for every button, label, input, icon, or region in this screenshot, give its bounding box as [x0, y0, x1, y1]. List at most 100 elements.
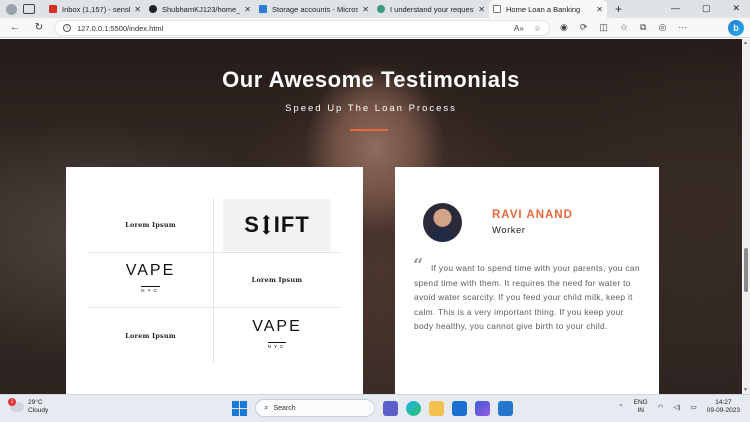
- tab-actions-icon[interactable]: [23, 4, 35, 14]
- close-tab-icon[interactable]: ✕: [478, 5, 485, 14]
- vape-logo-subtext: NYC: [267, 341, 287, 349]
- vape-nyc-logo: VAPE NYC: [252, 317, 302, 353]
- favorites-icon[interactable]: ☆: [620, 22, 628, 33]
- new-tab-button[interactable]: +: [615, 2, 622, 16]
- tab-github[interactable]: ShubhamKJ123/home_loan ✕: [145, 0, 255, 18]
- favorite-star-icon[interactable]: ☆: [534, 24, 541, 33]
- close-tab-icon[interactable]: ✕: [244, 5, 251, 14]
- language-indicator[interactable]: ENG IN: [634, 399, 648, 415]
- logo-cell: Lorem Ipsum: [88, 198, 214, 253]
- page-icon: [493, 5, 501, 13]
- cloud-icon: 1: [8, 398, 24, 412]
- close-tab-icon[interactable]: ✕: [596, 5, 603, 14]
- scroll-down-arrow-icon[interactable]: ▼: [743, 387, 748, 393]
- split-screen-icon[interactable]: ◫: [599, 22, 608, 33]
- weather-text: 29°C Cloudy: [28, 399, 48, 415]
- bing-copilot-icon[interactable]: b: [728, 20, 744, 36]
- edge-icon[interactable]: [406, 400, 421, 416]
- maximize-button[interactable]: ▢: [702, 3, 711, 14]
- taskbar-apps: ⌕ Search: [232, 399, 513, 417]
- more-menu-icon[interactable]: ⋯: [678, 22, 687, 33]
- tab-chatgpt[interactable]: I understand your request. T ✕: [373, 0, 489, 18]
- windows-start-icon[interactable]: [232, 400, 247, 416]
- shift-logo-right: IFT: [273, 212, 310, 237]
- logo-cell: Lorem Ipsum: [88, 308, 214, 363]
- teams-icon[interactable]: [383, 400, 398, 416]
- tab-gmail[interactable]: Inbox (1,157) - senshubham ✕: [45, 0, 145, 18]
- testimonial-role: Worker: [492, 225, 526, 236]
- vape-nyc-logo: VAPE NYC: [126, 263, 176, 297]
- close-tab-icon[interactable]: ✕: [362, 5, 369, 14]
- tab-title: Home Loan a Banking: [506, 4, 581, 14]
- scroll-up-arrow-icon[interactable]: ▲: [743, 40, 748, 46]
- search-label: Search: [273, 404, 296, 412]
- page-scrollbar[interactable]: ▲ ▼: [742, 39, 750, 394]
- window-controls: — ▢ ✕: [671, 3, 740, 14]
- wifi-icon[interactable]: ◠: [658, 403, 664, 411]
- weather-badge: 1: [8, 398, 16, 406]
- shift-logo: S ⬆ ⬇ IFT: [223, 199, 331, 251]
- url-field[interactable]: i 127.0.0.1:5500/index.html A» ☆: [54, 20, 550, 36]
- language-region: IN: [637, 407, 644, 414]
- battery-icon[interactable]: ▭: [691, 403, 697, 411]
- vape-logo-text: VAPE: [125, 262, 176, 279]
- windows-taskbar: 1 29°C Cloudy ⌕ Search ⌃ ENG IN ◠ ◁) ▭ 1…: [0, 394, 750, 422]
- mail-icon[interactable]: [452, 400, 467, 416]
- gmail-icon: [49, 5, 57, 13]
- back-arrow-icon[interactable]: ←: [8, 22, 22, 33]
- testimonial-name: RAVI ANAND: [492, 209, 573, 221]
- logo-cell: Lorem Ipsum: [214, 253, 340, 308]
- close-window-button[interactable]: ✕: [732, 3, 740, 14]
- github-icon: [149, 5, 157, 13]
- partner-logos-card: Lorem Ipsum S ⬆ ⬇ IFT VAPE NYC Lorem Ipsum …: [66, 167, 363, 394]
- browser-tab-strip: Inbox (1,157) - senshubham ✕ ShubhamKJ12…: [0, 0, 750, 18]
- page-viewport: Our Awesome Testimonials Speed Up The Lo…: [0, 39, 742, 394]
- language-code: ENG: [633, 399, 648, 406]
- clock-time: 14:27: [715, 399, 732, 406]
- volume-icon[interactable]: ◁): [673, 403, 680, 411]
- section-title: Our Awesome Testimonials: [222, 67, 520, 92]
- tab-title: Storage accounts - Microsoft: [272, 4, 359, 14]
- profile-avatar[interactable]: [6, 3, 17, 15]
- profile-icon[interactable]: ◎: [658, 22, 666, 33]
- media-player-icon[interactable]: [475, 400, 490, 416]
- shift-logo-left: S: [244, 212, 260, 237]
- taskbar-search[interactable]: ⌕ Search: [255, 399, 375, 417]
- weather-widget[interactable]: 1 29°C Cloudy: [8, 398, 48, 415]
- vape-logo-text: VAPE: [252, 317, 302, 335]
- testimonial-avatar: [423, 203, 462, 242]
- file-explorer-icon[interactable]: [429, 400, 444, 416]
- vape-logo-subtext: NYC: [141, 286, 160, 293]
- close-tab-icon[interactable]: ✕: [134, 5, 141, 14]
- extension-icon[interactable]: ◉: [560, 22, 568, 33]
- refresh-icon[interactable]: ↻: [32, 22, 46, 33]
- tab-title: I understand your request. T: [390, 4, 474, 14]
- clock-date: 09-09-2023: [706, 407, 740, 414]
- testimonial-quote: If you want to spend time with your pare…: [414, 263, 640, 332]
- weather-temp: 29°C: [28, 399, 43, 406]
- weather-desc: Cloudy: [28, 407, 49, 414]
- scrollbar-thumb[interactable]: [744, 248, 748, 292]
- minimize-button[interactable]: —: [671, 3, 680, 14]
- vscode-icon[interactable]: [498, 400, 513, 416]
- read-aloud-icon[interactable]: A»: [514, 24, 524, 33]
- clock[interactable]: 14:27 09-09-2023: [707, 399, 740, 415]
- logo-cell: VAPE NYC: [88, 253, 214, 308]
- section-subtitle: Speed Up The Loan Process: [285, 103, 457, 114]
- logo-cell: S ⬆ ⬇ IFT: [214, 198, 340, 253]
- logo-cell: VAPE NYC: [214, 308, 340, 363]
- collections-icon[interactable]: ⧉: [640, 22, 646, 33]
- tab-azure[interactable]: Storage accounts - Microsoft ✕: [255, 0, 373, 18]
- lorem-ipsum-logo: Lorem Ipsum: [125, 331, 176, 340]
- tab-title: ShubhamKJ123/home_loan: [162, 4, 241, 14]
- chevron-up-icon[interactable]: ⌃: [618, 403, 623, 411]
- logo-grid: Lorem Ipsum S ⬆ ⬇ IFT VAPE NYC Lorem Ipsum …: [88, 198, 340, 363]
- azure-icon: [259, 5, 267, 13]
- site-info-icon[interactable]: i: [63, 24, 71, 32]
- url-actions: A» ☆: [514, 24, 541, 33]
- browser-toolbar: ◉ ⟳ ◫ ☆ ⧉ ◎ ⋯: [560, 22, 687, 33]
- lorem-ipsum-logo: Lorem Ipsum: [251, 276, 303, 284]
- tab-home-loan[interactable]: Home Loan a Banking ✕: [489, 0, 607, 18]
- refresh-page-icon[interactable]: ⟳: [580, 22, 588, 33]
- url-text: 127.0.0.1:5500/index.html: [77, 23, 164, 33]
